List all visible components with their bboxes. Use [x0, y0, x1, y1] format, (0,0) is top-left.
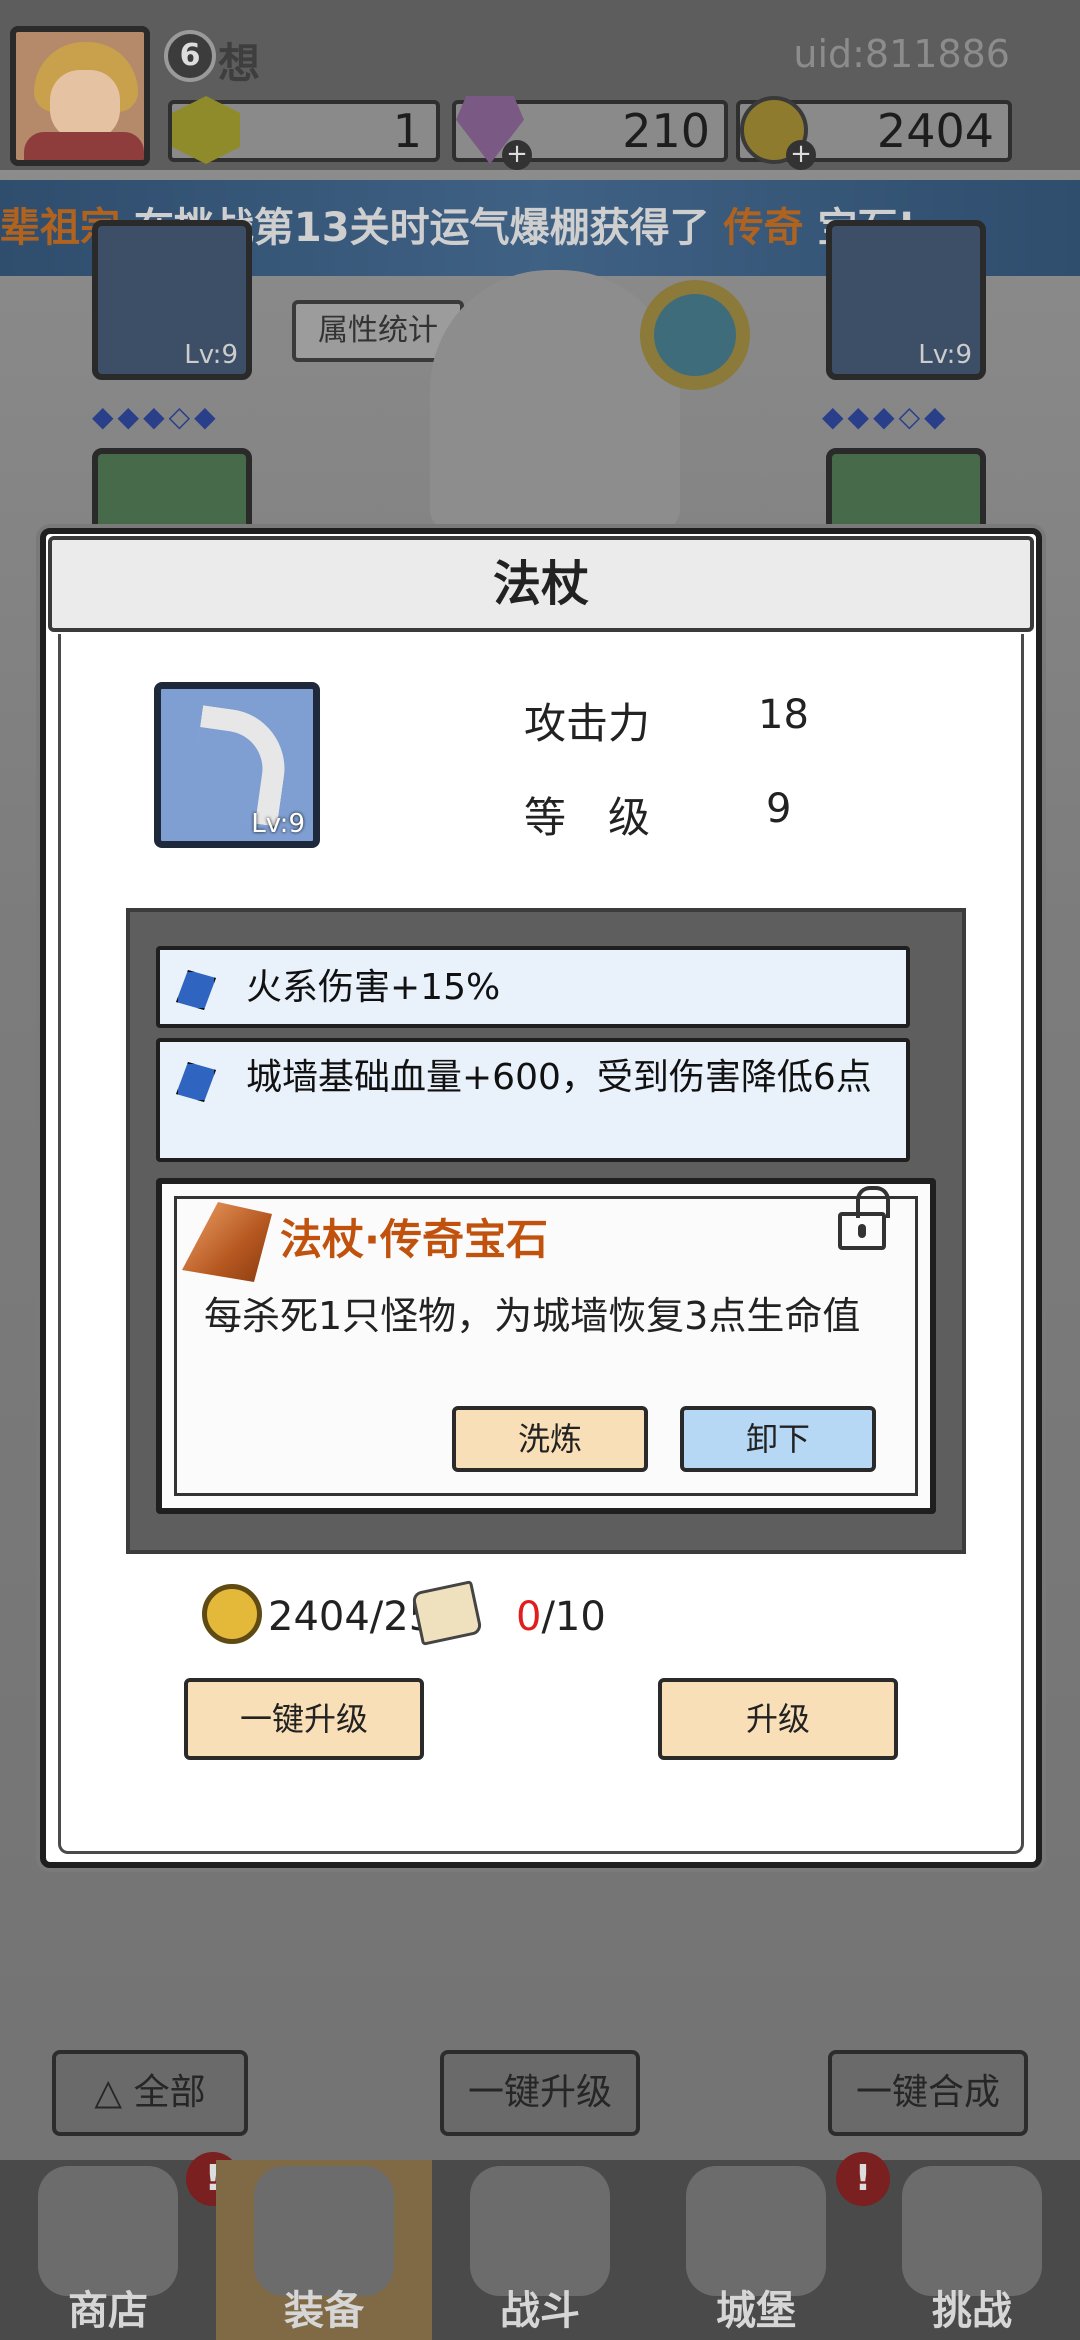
avatar-face [50, 70, 120, 140]
one-click-upgrade-all-button[interactable]: 一键升级 [440, 2050, 640, 2136]
nav-equipment[interactable]: 装备 [216, 2160, 432, 2340]
player-level-badge: 6 [164, 30, 216, 82]
attribute-row: 城墙基础血量+600，受到伤害降低6点 [156, 1038, 910, 1162]
scroll-owned: 0 [516, 1594, 542, 1640]
nav-challenge-label: 挑战 [932, 2288, 1012, 2334]
nav-castle-label: 城堡 [716, 2288, 796, 2334]
nav-shop-label: 商店 [68, 2288, 148, 2334]
crossed-swords-icon [470, 2166, 610, 2296]
slot-level: Lv:9 [184, 340, 238, 370]
attribute-text: 火系伤害+15% [246, 967, 501, 1008]
nav-battle[interactable]: 战斗 [432, 2160, 648, 2340]
castle-icon [686, 2166, 826, 2296]
bottom-navigation: ! 商店 装备 战斗 ! 城堡 挑战 [0, 2152, 1080, 2340]
one-click-merge-button[interactable]: 一键合成 [828, 2050, 1028, 2136]
triangle-icon: △ [94, 2072, 134, 2113]
slot-gem-indicators-left: ◆◆◆◇◆ [92, 400, 220, 433]
add-diamond-button[interactable]: + [502, 140, 532, 170]
scroll-cost: 0/10 [516, 1594, 606, 1640]
slot-gem-indicators-right: ◆◆◆◇◆ [822, 400, 950, 433]
ticker-highlight: 传奇 [723, 205, 804, 251]
item-level-tag: Lv:9 [251, 809, 305, 839]
slot-level: Lv:9 [918, 340, 972, 370]
blue-gem-icon [176, 1062, 216, 1102]
shop-icon [38, 2166, 178, 2296]
upgrade-button[interactable]: 升级 [658, 1678, 898, 1760]
equip-slot-helmet[interactable]: Lv:9 [92, 220, 252, 380]
gold-coin-icon [202, 1584, 262, 1644]
refine-button[interactable]: 洗炼 [452, 1406, 648, 1472]
one-click-upgrade-button[interactable]: 一键升级 [184, 1678, 424, 1760]
nav-challenge[interactable]: 挑战 [864, 2160, 1080, 2340]
attribute-row: 火系伤害+15% [156, 946, 910, 1028]
nav-battle-label: 战斗 [500, 2288, 580, 2334]
player-avatar[interactable] [10, 26, 150, 166]
top-bar: 6 想 uid:811886 1 210 + 2404 + [0, 0, 1080, 170]
level-label: 等 级 [524, 793, 651, 842]
hero-character [430, 270, 680, 530]
filter-all-button[interactable]: △ 全部 [52, 2050, 248, 2136]
filter-all-label: 全部 [133, 2072, 206, 2113]
equip-slot-armor[interactable] [92, 448, 252, 538]
modal-title: 法杖 [48, 536, 1034, 632]
player-name: 想 [218, 39, 261, 88]
attack-value: 18 [758, 692, 809, 738]
staff-item-icon: Lv:9 [154, 682, 320, 848]
add-coin-button[interactable]: + [786, 140, 816, 170]
equip-slot-weapon[interactable]: Lv:9 [826, 220, 986, 380]
equip-slot-ring[interactable] [826, 448, 986, 538]
unequip-button[interactable]: 卸下 [680, 1406, 876, 1472]
locked-challenge-icon [902, 2166, 1042, 2296]
nav-castle[interactable]: ! 城堡 [648, 2152, 890, 2340]
backpack-icon [254, 2166, 394, 2296]
legendary-gem-description: 每杀死1只怪物，为城墙恢复3点生命值 [204, 1294, 861, 1338]
gem-panel: 火系伤害+15% 城墙基础血量+600，受到伤害降低6点 法杖·传奇宝石 每杀死… [126, 908, 966, 1554]
level-value: 9 [766, 786, 792, 832]
unlock-icon[interactable] [838, 1186, 890, 1250]
legendary-gem-title: 法杖·传奇宝石 [280, 1215, 548, 1264]
player-uid: uid:811886 [793, 32, 1010, 76]
nav-equipment-label: 装备 [284, 2288, 364, 2334]
blue-gem-icon [176, 970, 216, 1010]
attribute-text: 城墙基础血量+600，受到伤害降低6点 [246, 1057, 872, 1098]
staff-orb [640, 280, 750, 390]
item-detail-modal: 法杖 Lv:9 攻击力 18 等 级 9 火系伤害+15% 城墙基础血量+600… [40, 528, 1042, 1868]
scroll-required: /10 [541, 1594, 606, 1640]
avatar-shirt [24, 132, 144, 160]
attack-label: 攻击力 [524, 699, 651, 748]
legendary-gem-card: 法杖·传奇宝石 每杀死1只怪物，为城墙恢复3点生命值 洗炼 卸下 [156, 1178, 936, 1514]
nav-shop[interactable]: ! 商店 [0, 2152, 240, 2340]
